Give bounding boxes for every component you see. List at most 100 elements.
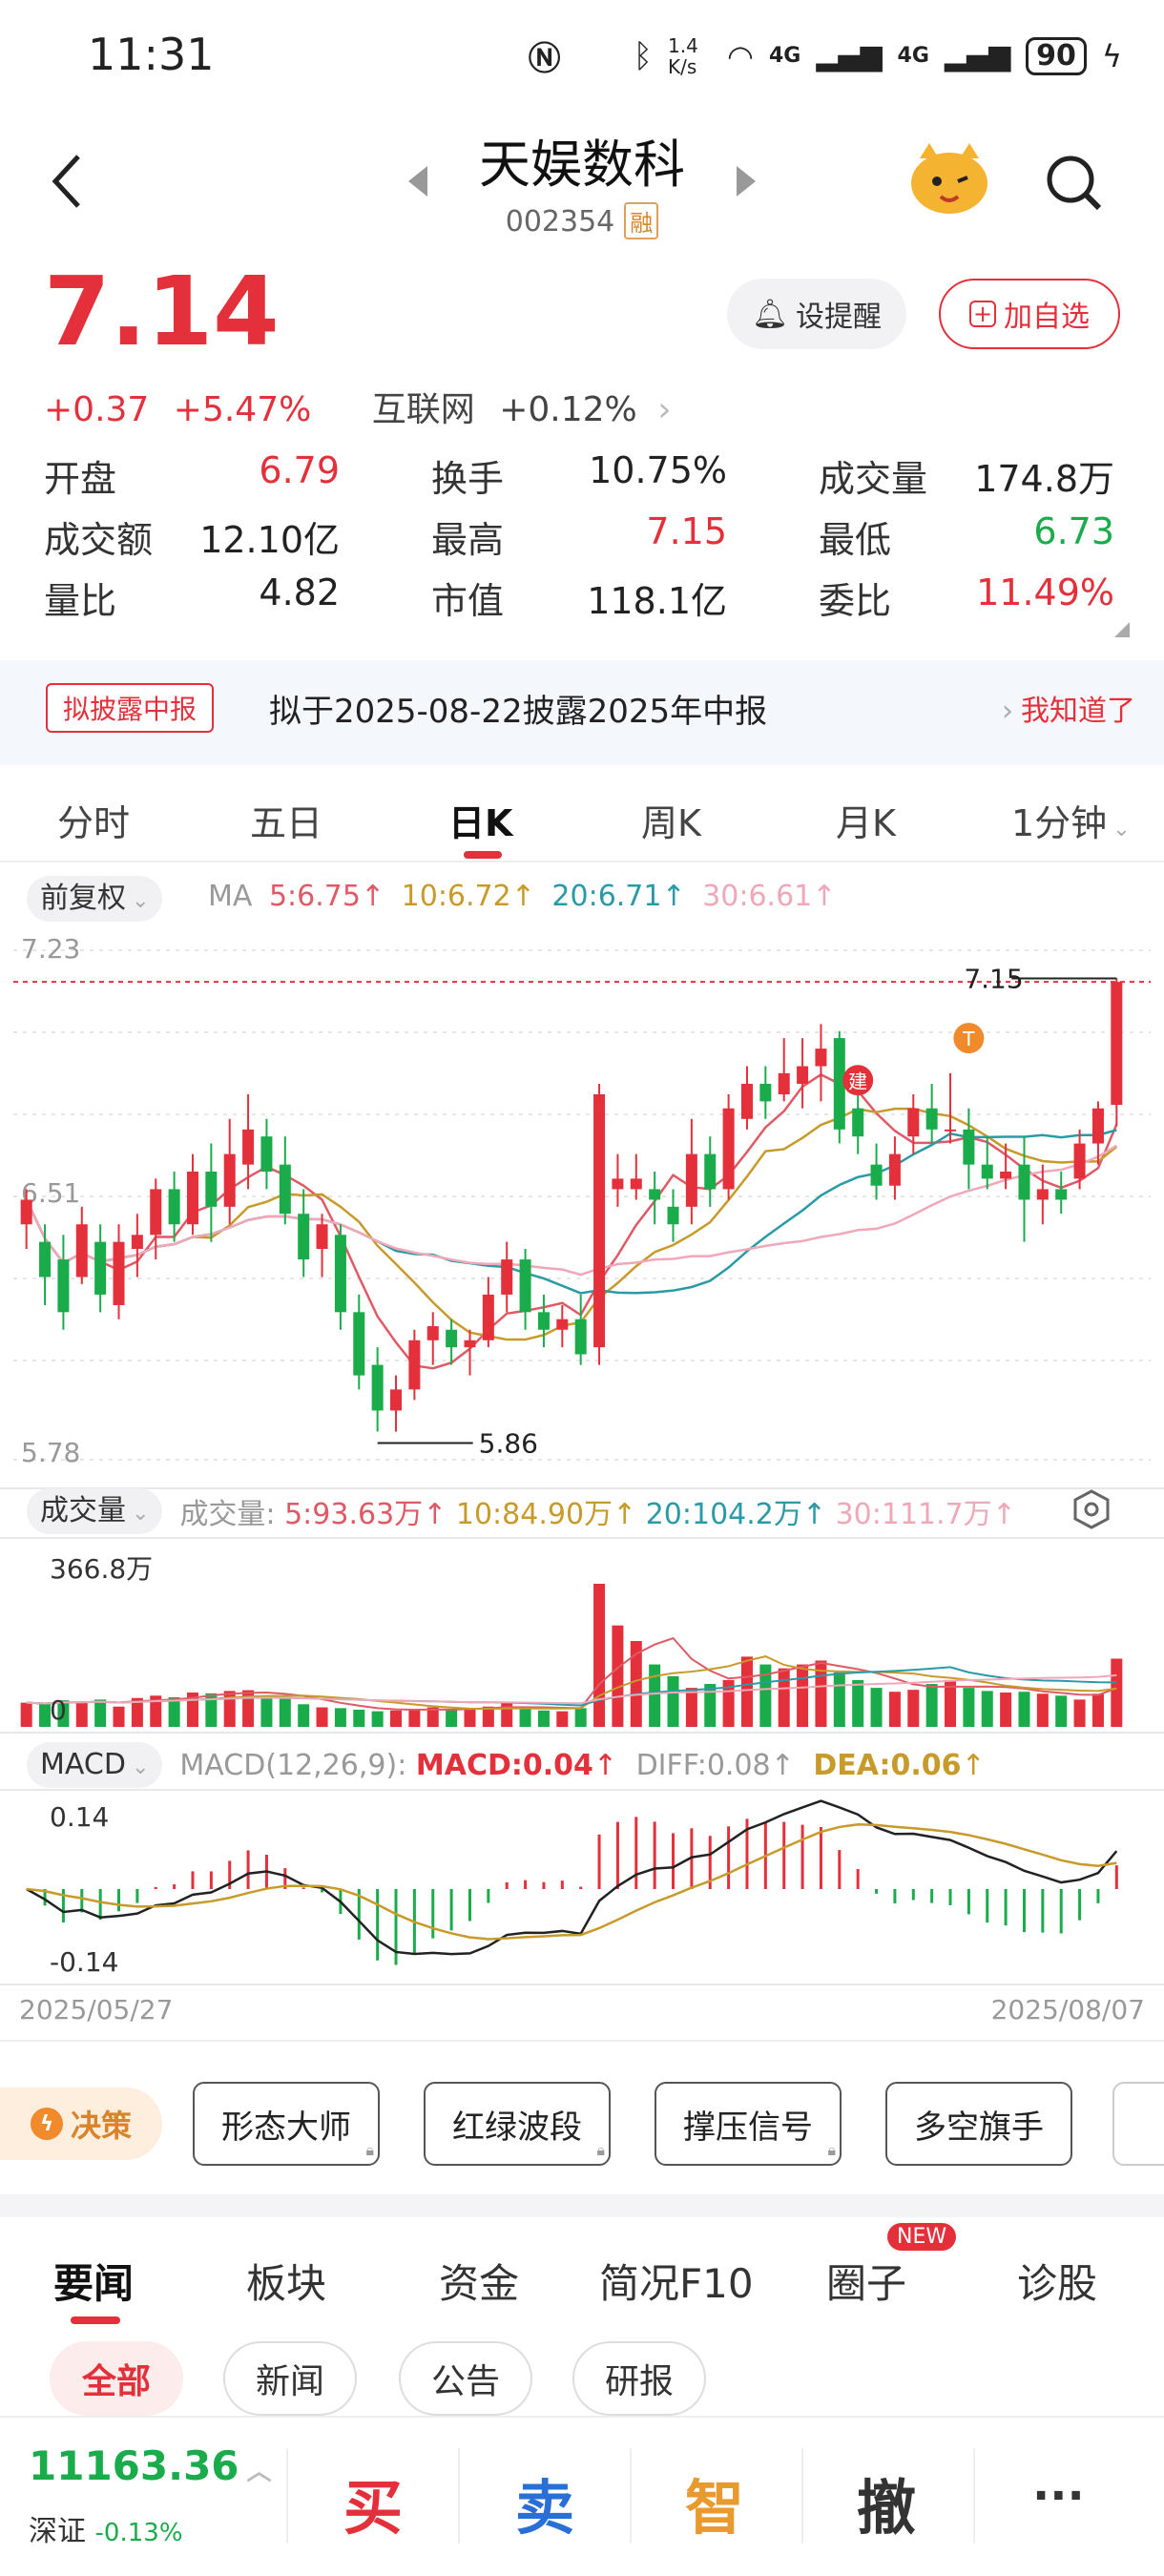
search-icon[interactable] bbox=[1044, 153, 1105, 214]
volume-bar bbox=[574, 1708, 587, 1727]
volume-bar bbox=[1111, 1658, 1123, 1727]
volume-bar bbox=[537, 1710, 550, 1727]
candle-body bbox=[223, 1153, 236, 1207]
y-axis-top-label: 7.23 bbox=[21, 933, 80, 965]
divider bbox=[973, 2448, 975, 2544]
volume-bar bbox=[740, 1656, 753, 1727]
candle-body bbox=[20, 1199, 32, 1225]
news-tab-sector[interactable]: 板块 bbox=[246, 2252, 326, 2310]
candle-body bbox=[778, 1072, 790, 1094]
adjust-selector[interactable]: 前复权 ⌄ bbox=[27, 876, 163, 922]
tab-weekly-k[interactable]: 周K bbox=[641, 794, 701, 846]
ma20-value: 20:6.71 bbox=[551, 880, 662, 913]
tab-five-day[interactable]: 五日 bbox=[250, 794, 322, 846]
volume-bar bbox=[667, 1675, 679, 1727]
expand-corner-icon[interactable] bbox=[1112, 620, 1132, 639]
up-arrow-icon: ↑ bbox=[592, 1748, 618, 1782]
plus-box-icon: + bbox=[969, 301, 996, 327]
volume-bar bbox=[1018, 1692, 1030, 1727]
volume-bar bbox=[593, 1584, 606, 1727]
set-alert-label: 设提醒 bbox=[796, 301, 883, 334]
news-tab-diagnose[interactable]: 诊股 bbox=[1017, 2252, 1097, 2310]
price-markers: 7.15 5.86 建 T bbox=[377, 963, 1117, 1460]
candle-body bbox=[371, 1364, 384, 1411]
decision-button[interactable]: ϟ 决策 bbox=[0, 2088, 162, 2160]
tool-support-resistance[interactable]: 撑压信号 🔒︎ bbox=[655, 2082, 842, 2166]
divider bbox=[801, 2448, 803, 2544]
volume-legend-prefix: 成交量: bbox=[179, 1498, 276, 1531]
candle-body bbox=[593, 1093, 606, 1348]
candle-body bbox=[945, 1129, 957, 1132]
volume-header: 成交量 ⌄ 成交量: 5:93.63万↑ 10:84.90万↑ 20:104.2万… bbox=[27, 1488, 1016, 1534]
stat-cell: 量比 4.82 bbox=[44, 571, 340, 624]
tool-red-green-wave[interactable]: 红绿波段 🔒︎ bbox=[424, 2082, 611, 2166]
mascot-icon[interactable] bbox=[906, 141, 992, 218]
news-tab-circle[interactable]: 圈子 bbox=[826, 2252, 906, 2310]
volume-zero-label: 0 bbox=[50, 1694, 67, 1726]
volume-bar bbox=[464, 1709, 476, 1727]
settings-hex-icon[interactable] bbox=[1070, 1488, 1112, 1530]
kline-chart[interactable]: 7.23 6.51 5.78 7.155.86建T 366.8万 0 0.14 … bbox=[0, 925, 1164, 1994]
candle-body bbox=[501, 1259, 513, 1295]
up-arrow-icon: ↑ bbox=[812, 880, 837, 913]
set-alert-button[interactable]: 🔔︎ 设提醒 bbox=[727, 279, 906, 349]
candle-body bbox=[519, 1259, 531, 1313]
cancel-order-button[interactable]: 撤 bbox=[857, 2460, 916, 2545]
candle-body bbox=[722, 1108, 735, 1190]
tool-bull-bear-flag[interactable]: 多空旗手 bbox=[885, 2082, 1072, 2166]
chip-news[interactable]: 新闻 bbox=[223, 2341, 357, 2416]
decision-label: 决策 bbox=[70, 2108, 132, 2144]
chip-all[interactable]: 全部 bbox=[50, 2341, 183, 2416]
volume-bar bbox=[870, 1688, 883, 1727]
nfc-icon: Ⓝ bbox=[528, 40, 561, 78]
signal-bars-icon: ▂▄▆ bbox=[816, 39, 883, 73]
next-stock-icon[interactable] bbox=[733, 162, 759, 200]
stat-value: 6.73 bbox=[1033, 509, 1114, 552]
news-tab-headlines[interactable]: 要闻 bbox=[53, 2252, 134, 2310]
candle-body bbox=[963, 1129, 975, 1165]
net-speed: 1.4 K/s bbox=[668, 33, 698, 78]
tab-monthly-k[interactable]: 月K bbox=[836, 794, 896, 846]
industry-name[interactable]: 互联网 bbox=[372, 390, 475, 429]
tab-intraday[interactable]: 分时 bbox=[57, 794, 130, 846]
chip-research[interactable]: 研报 bbox=[572, 2341, 706, 2416]
volume-bar bbox=[94, 1699, 107, 1727]
index-value-text: 11163.36 bbox=[29, 2442, 239, 2489]
chip-announcement[interactable]: 公告 bbox=[399, 2341, 532, 2416]
tool-pattern-master[interactable]: 形态大师 🔒︎ bbox=[193, 2082, 380, 2166]
smart-button[interactable]: 智 bbox=[685, 2460, 744, 2545]
volume-selector[interactable]: 成交量 ⌄ bbox=[27, 1488, 163, 1534]
stat-cell: 开盘 6.79 bbox=[44, 449, 340, 502]
up-arrow-icon: ↑ bbox=[991, 1498, 1016, 1531]
candle-body bbox=[186, 1172, 198, 1225]
more-button[interactable]: ··· bbox=[1032, 2469, 1085, 2523]
volume-bar bbox=[446, 1710, 458, 1727]
y-axis-bottom-label: 5.78 bbox=[21, 1437, 80, 1468]
status-bar: 11:31 Ⓝ ᛒ 1.4 K/s ◠ 4G ▂▄▆ 4G ▂▄▆ 90 ϟ bbox=[0, 0, 1164, 114]
tab-daily-k[interactable]: 日K bbox=[448, 794, 512, 846]
add-watchlist-button[interactable]: + 加自选 bbox=[939, 279, 1120, 349]
chevron-right-icon[interactable]: › bbox=[657, 390, 671, 429]
buy-button[interactable]: 买 bbox=[343, 2460, 403, 2545]
tool-label: 多空旗手 bbox=[914, 2108, 1044, 2147]
vol-ma30: 30:111.7万 bbox=[835, 1498, 992, 1531]
notice-ack-link[interactable]: › 我知道了 bbox=[1002, 687, 1135, 729]
volume-bar bbox=[704, 1684, 717, 1727]
candle-body bbox=[75, 1224, 88, 1278]
candle-body bbox=[260, 1136, 273, 1173]
industry-change[interactable]: +0.12% bbox=[499, 390, 637, 429]
candle-body bbox=[574, 1319, 587, 1355]
news-tab-capital[interactable]: 资金 bbox=[439, 2252, 519, 2310]
up-arrow-icon: ↑ bbox=[360, 880, 385, 913]
macd-selector[interactable]: MACD ⌄ bbox=[27, 1742, 163, 1788]
candle-body bbox=[298, 1214, 310, 1260]
tool-more-partial[interactable] bbox=[1112, 2082, 1164, 2166]
news-tab-f10[interactable]: 简况F10 bbox=[599, 2252, 754, 2310]
candle-body bbox=[1091, 1108, 1104, 1144]
tab-minute[interactable]: 1分钟 ⌄ bbox=[1011, 794, 1131, 846]
volume-bar bbox=[907, 1690, 920, 1727]
chart-grid bbox=[0, 949, 1164, 1985]
index-value[interactable]: 11163.36 ︿ bbox=[29, 2442, 272, 2489]
sell-button[interactable]: 卖 bbox=[515, 2460, 574, 2545]
divider bbox=[0, 861, 1164, 862]
